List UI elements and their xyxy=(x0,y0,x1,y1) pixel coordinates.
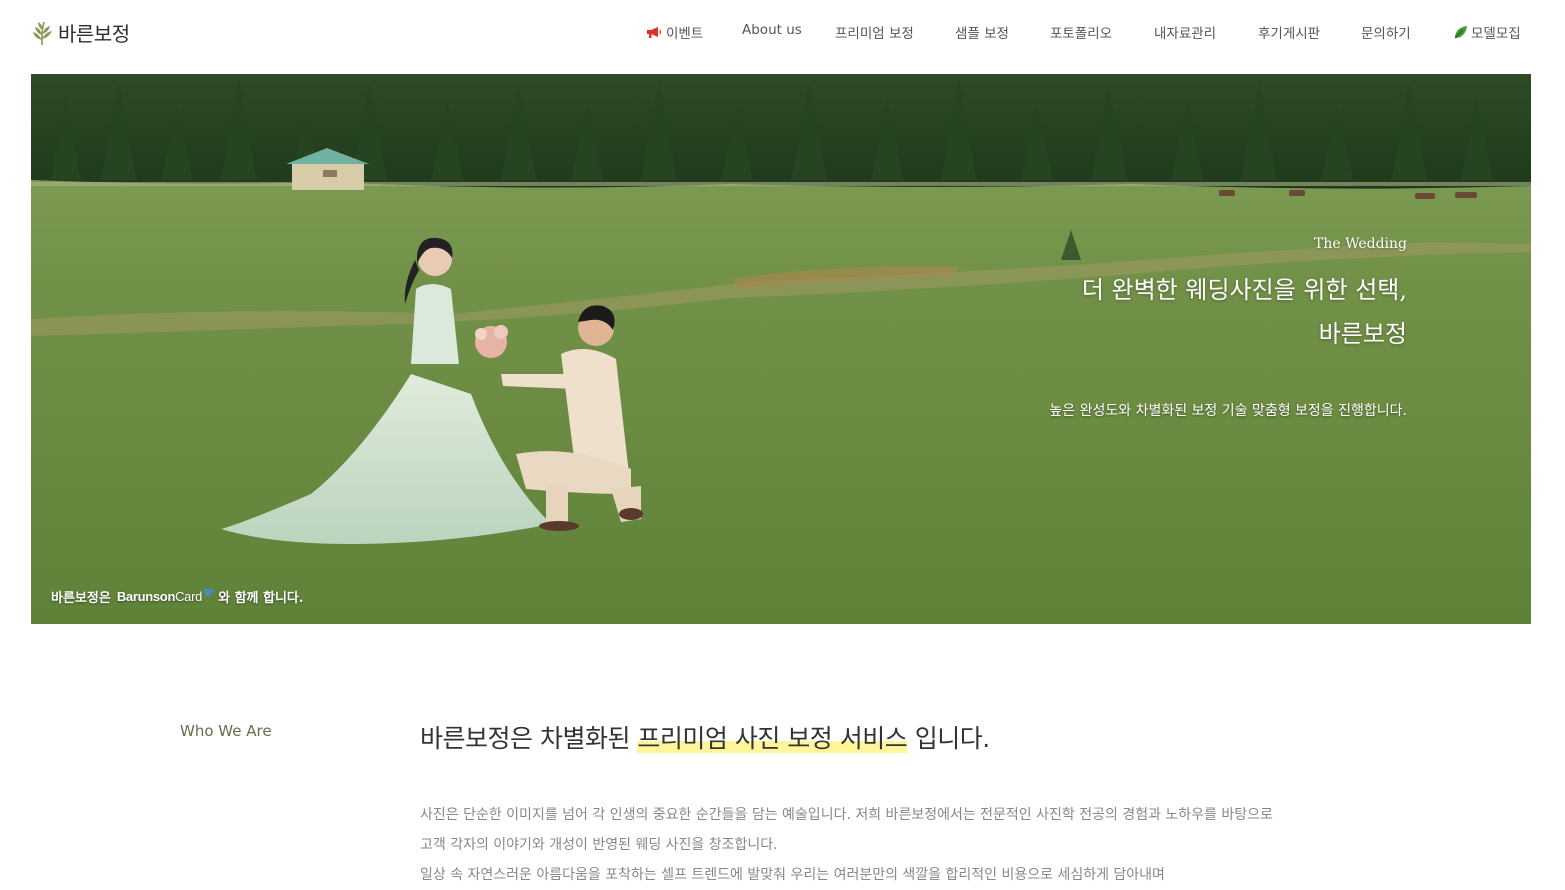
leaf-icon xyxy=(1454,25,1467,38)
partner-note: 바른보정은 Barunson Card 와 함께 합니다. xyxy=(51,587,303,606)
nav-premium-retouch[interactable]: 프리미엄 보정 xyxy=(835,22,914,42)
nav-label: 샘플 보정 xyxy=(955,26,1009,42)
nav-about-us[interactable]: About us xyxy=(742,22,802,38)
site-header: 바른보정 이벤트 About us 프리미엄 보정 샘플 보정 포토폴리오 내자… xyxy=(0,0,1565,66)
nav-event[interactable]: 이벤트 xyxy=(646,22,703,42)
nav-model-recruit[interactable]: 모델모집 xyxy=(1453,22,1521,42)
nav-label: 이벤트 xyxy=(666,26,704,42)
partner-brand: Barunson xyxy=(116,589,176,604)
nav-label: 포토폴리오 xyxy=(1050,26,1113,42)
section-label: Who We Are xyxy=(180,722,272,740)
nav-label: 후기게시판 xyxy=(1258,26,1321,42)
heart-icon xyxy=(203,588,214,597)
nav-label: 내자료관리 xyxy=(1154,26,1217,42)
main-nav: 이벤트 About us 프리미엄 보정 샘플 보정 포토폴리오 내자료관리 후… xyxy=(0,22,1565,46)
hero-eyebrow: The Wedding xyxy=(1313,236,1407,252)
partner-brand-sub: Card xyxy=(175,589,203,604)
about-title-after: 입니다. xyxy=(914,724,990,753)
about-title-highlight: 프리미엄 사진 보정 서비스 xyxy=(637,724,908,753)
paragraph-line: 일상 속 자연스러운 아름다움을 포착하는 셀프 트렌드에 발맞춰 우리는 여러… xyxy=(420,867,1165,883)
hero-banner: The Wedding 더 완벽한 웨딩사진을 위한 선택, 바른보정 높은 완… xyxy=(31,74,1531,624)
paragraph-line: 사진은 단순한 이미지를 넘어 각 인생의 중요한 순간들을 담는 예술입니다.… xyxy=(420,807,1273,823)
megaphone-icon xyxy=(647,26,662,38)
nav-label: 모델모집 xyxy=(1471,26,1521,42)
nav-label: 프리미엄 보정 xyxy=(835,26,914,42)
nav-portfolio[interactable]: 포토폴리오 xyxy=(1050,22,1112,42)
nav-reviews[interactable]: 후기게시판 xyxy=(1258,22,1320,42)
hero-title-line: 바른보정 xyxy=(1318,320,1407,348)
partner-suffix: 와 함께 합니다. xyxy=(218,591,304,606)
about-title: 바른보정은 차별화된 프리미엄 사진 보정 서비스 입니다. xyxy=(420,719,990,755)
hero-title: 더 완벽한 웨딩사진을 위한 선택, 바른보정 xyxy=(1082,268,1407,356)
nav-contact[interactable]: 문의하기 xyxy=(1361,22,1411,42)
about-title-before: 바른보정은 차별화된 xyxy=(420,724,630,753)
nav-label: 문의하기 xyxy=(1361,26,1411,42)
paragraph-line: 고객 각자의 이야기와 개성이 반영된 웨딩 사진을 창조합니다. xyxy=(420,837,778,853)
nav-label: About us xyxy=(742,22,802,38)
about-paragraph: 사진은 단순한 이미지를 넘어 각 인생의 중요한 순간들을 담는 예술입니다.… xyxy=(420,800,1360,890)
partner-prefix: 바른보정은 xyxy=(51,591,111,606)
nav-sample-retouch[interactable]: 샘플 보정 xyxy=(955,22,1009,42)
nav-my-files[interactable]: 내자료관리 xyxy=(1154,22,1216,42)
hero-title-line: 더 완벽한 웨딩사진을 위한 선택, xyxy=(1081,276,1407,304)
hero-description: 높은 완성도와 차별화된 보정 기술 맞춤형 보정을 진행합니다. xyxy=(1049,403,1407,419)
